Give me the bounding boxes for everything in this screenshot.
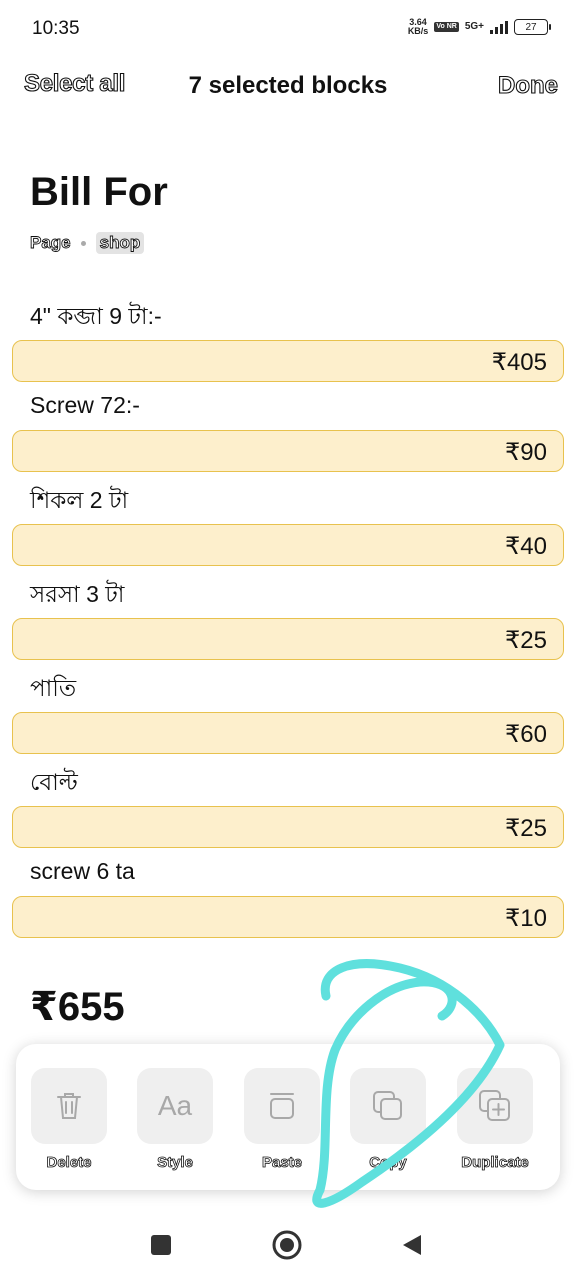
separator-dot — [80, 240, 86, 246]
price-block[interactable]: ₹405 — [12, 340, 564, 382]
duplicate-icon — [479, 1090, 510, 1121]
home-button[interactable] — [272, 1230, 302, 1260]
item-label[interactable]: সরসা 3 টা — [30, 576, 124, 615]
selection-toolbar: Select all 7 selected blocks Done — [0, 60, 576, 112]
page-type-label[interactable]: Page — [30, 233, 72, 253]
system-nav-bar — [0, 1212, 576, 1280]
duplicate-label: Duplicate — [461, 1154, 529, 1172]
volte-icon: Vo NR — [434, 22, 459, 32]
style-label: Style — [157, 1154, 194, 1172]
trash-icon — [57, 1093, 81, 1119]
copy-icon — [373, 1091, 402, 1120]
duplicate-button[interactable]: Duplicate — [457, 1068, 533, 1171]
signal-icon — [490, 20, 508, 34]
battery-icon: 27 — [514, 19, 551, 35]
item-label[interactable]: 4" কব্জা 9 টা:- — [30, 298, 162, 337]
total-amount[interactable]: ₹655 — [30, 984, 125, 1030]
price-block[interactable]: ₹25 — [12, 618, 564, 660]
paste-button[interactable]: Paste — [244, 1068, 320, 1171]
price-value: ₹60 — [505, 721, 547, 748]
price-block[interactable]: ₹25 — [12, 806, 564, 848]
done-button[interactable]: Done — [497, 71, 558, 100]
battery-level: 27 — [525, 21, 537, 33]
network-speed: 3.64 KB/s — [407, 17, 429, 36]
item-label[interactable]: পাতি — [30, 670, 76, 709]
page-tag[interactable]: shop — [95, 232, 145, 254]
price-value: ₹90 — [505, 439, 547, 466]
price-block[interactable]: ₹90 — [12, 430, 564, 472]
price-value: ₹25 — [505, 815, 547, 842]
network-type: 5G+ — [464, 21, 484, 32]
page-meta: Page shop — [30, 232, 145, 254]
item-label[interactable]: Screw 72:- — [30, 392, 140, 419]
item-label[interactable]: বোল্ট — [30, 764, 78, 803]
copy-button[interactable]: Copy — [350, 1068, 426, 1171]
price-value: ₹10 — [505, 905, 547, 932]
price-block[interactable]: ₹10 — [12, 896, 564, 938]
price-value: ₹25 — [505, 627, 547, 654]
item-label[interactable]: শিকল 2 টা — [30, 482, 128, 521]
paste-icon — [270, 1093, 294, 1119]
block-action-sheet: Delete Aa Style Paste Copy Duplicate — [16, 1044, 560, 1190]
delete-label: Delete — [46, 1154, 92, 1172]
price-block[interactable]: ₹60 — [12, 712, 564, 754]
delete-button[interactable]: Delete — [31, 1068, 107, 1171]
status-icons: 3.64 KB/s Vo NR 5G+ 27 — [407, 17, 551, 36]
text-style-icon: Aa — [157, 1090, 193, 1121]
price-block[interactable]: ₹40 — [12, 524, 564, 566]
status-bar: 10:35 3.64 KB/s Vo NR 5G+ 27 — [0, 0, 576, 58]
copy-label: Copy — [369, 1154, 407, 1172]
back-button[interactable] — [400, 1233, 424, 1257]
page-title[interactable]: Bill For — [30, 170, 168, 215]
selection-count-title: 7 selected blocks — [188, 72, 388, 99]
paste-label: Paste — [261, 1154, 303, 1172]
price-value: ₹405 — [491, 349, 547, 376]
price-value: ₹40 — [505, 533, 547, 560]
recents-button[interactable] — [150, 1234, 172, 1256]
style-button[interactable]: Aa Style — [137, 1068, 213, 1171]
item-label[interactable]: screw 6 ta — [30, 858, 135, 885]
status-time: 10:35 — [32, 18, 80, 39]
